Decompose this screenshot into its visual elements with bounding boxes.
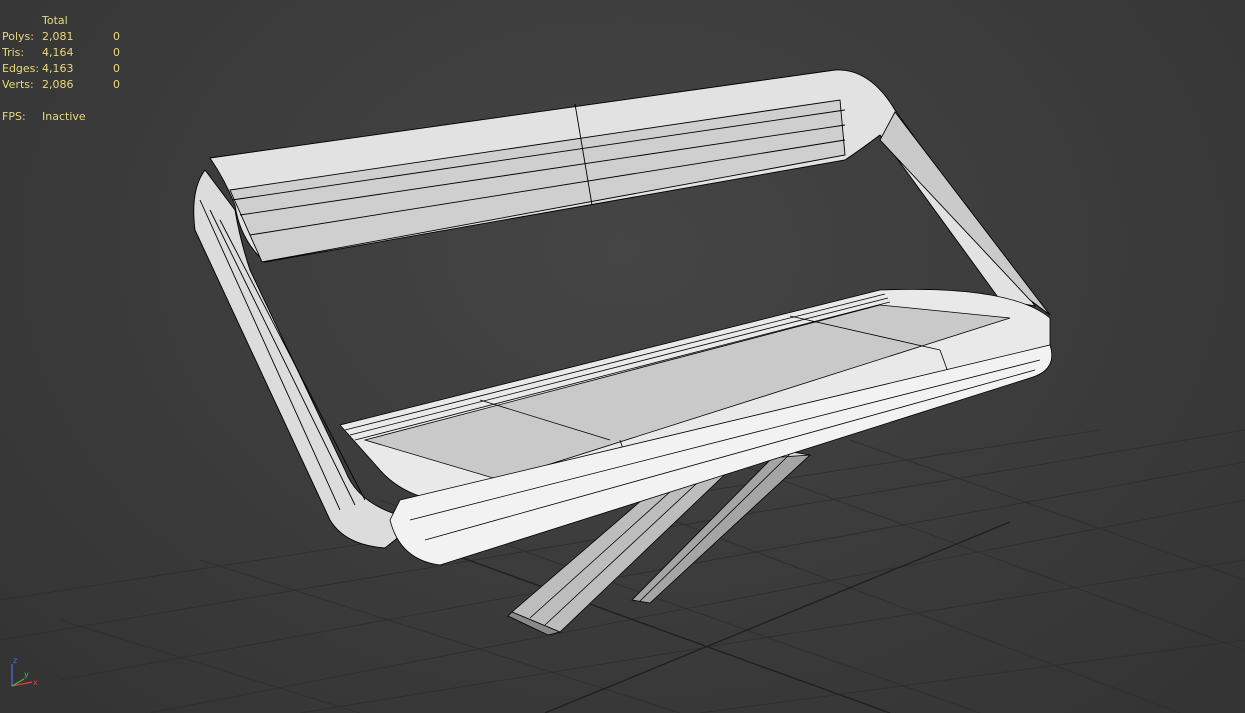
stats-total-value: 4,164 — [42, 46, 74, 59]
stats-selected-value: 0 — [113, 78, 120, 91]
y-axis-label: y — [24, 670, 29, 679]
axis-tripod-icon: z x y — [11, 656, 38, 687]
stats-selected-value: 0 — [113, 30, 120, 43]
stats-selected-value: 0 — [113, 62, 120, 75]
stats-label: Verts: — [2, 78, 34, 91]
x-axis-label: x — [33, 678, 38, 687]
stats-total-header: Total — [42, 14, 68, 27]
stats-label: Tris: — [2, 46, 25, 59]
stats-total-value: 2,081 — [42, 30, 74, 43]
stats-total-value: 4,163 — [42, 62, 74, 75]
fps-value: Inactive — [42, 110, 86, 123]
stats-total-value: 2,086 — [42, 78, 74, 91]
perspective-viewport[interactable]: Total Polys: 2,081 0 Tris: 4,164 0 Edges… — [0, 0, 1245, 713]
z-axis-label: z — [13, 656, 17, 665]
stats-label: Polys: — [2, 30, 34, 43]
scene-canvas[interactable] — [0, 0, 1245, 713]
bench-seat — [339, 288, 1053, 566]
stats-selected-value: 0 — [113, 46, 120, 59]
fps-label: FPS: — [2, 110, 26, 123]
stats-label: Edges: — [2, 62, 40, 75]
